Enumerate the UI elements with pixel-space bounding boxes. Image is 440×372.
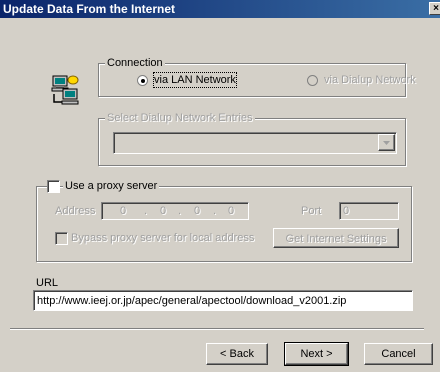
- url-field[interactable]: http://www.ieej.or.jp/apec/general/apect…: [33, 290, 413, 311]
- back-button[interactable]: < Back: [206, 343, 268, 365]
- bypass-label[interactable]: Bypass proxy server for local address: [71, 231, 254, 245]
- address-octet-3: 0: [194, 205, 201, 217]
- proxy-checkbox-label[interactable]: Use a proxy server: [63, 179, 160, 193]
- lan-radio-label[interactable]: via LAN Network: [153, 72, 237, 88]
- window-title: Update Data From the Internet: [3, 2, 176, 16]
- close-icon: ×: [433, 3, 439, 14]
- cancel-button[interactable]: Cancel: [364, 343, 433, 365]
- port-field[interactable]: 0: [339, 202, 399, 220]
- address-label: Address: [55, 205, 96, 217]
- radio-selected-dot: [141, 79, 145, 83]
- address-dot-3: .: [213, 205, 217, 217]
- footer-separator: [10, 328, 424, 330]
- connection-group: Connection via LAN Network via Dialup Ne…: [98, 56, 416, 97]
- port-label: Port: [301, 205, 322, 217]
- url-value: http://www.ieej.or.jp/apec/general/apect…: [37, 295, 347, 307]
- next-button[interactable]: Next >: [284, 342, 349, 366]
- close-button[interactable]: ×: [429, 2, 440, 15]
- proxy-checkbox[interactable]: [47, 180, 60, 193]
- address-octet-4: 0: [228, 205, 235, 217]
- connection-legend: Connection: [105, 56, 165, 70]
- network-computers-icon: [51, 75, 79, 105]
- title-bar[interactable]: Update Data From the Internet ×: [0, 0, 440, 18]
- proxy-group: Use a proxy server Address 0 . 0 . 0 . 0…: [36, 179, 412, 262]
- url-label: URL: [36, 277, 59, 289]
- address-octet-2: 0: [160, 205, 167, 217]
- port-value: 0: [343, 205, 350, 217]
- address-dot-1: .: [144, 205, 148, 217]
- dialup-dropdown-button[interactable]: [378, 134, 395, 151]
- dialup-radio[interactable]: [307, 75, 318, 86]
- lan-radio[interactable]: [137, 75, 148, 86]
- address-field[interactable]: 0 . 0 . 0 . 0: [101, 202, 249, 220]
- chevron-down-icon: [383, 141, 390, 145]
- dialup-radio-label[interactable]: via Dialup Network: [324, 73, 416, 87]
- dialup-entries-select[interactable]: [113, 132, 397, 154]
- get-internet-settings-button[interactable]: Get Internet Settings: [273, 228, 399, 248]
- bypass-checkbox[interactable]: [55, 232, 68, 245]
- address-octet-1: 0: [120, 205, 127, 217]
- dialog-window: Update Data From the Internet × Connecti…: [0, 0, 440, 372]
- dialup-entries-legend: Select Dialup Network Entries: [105, 111, 255, 125]
- address-dot-2: .: [178, 205, 182, 217]
- dialup-entries-group: Select Dialup Network Entries: [98, 111, 406, 166]
